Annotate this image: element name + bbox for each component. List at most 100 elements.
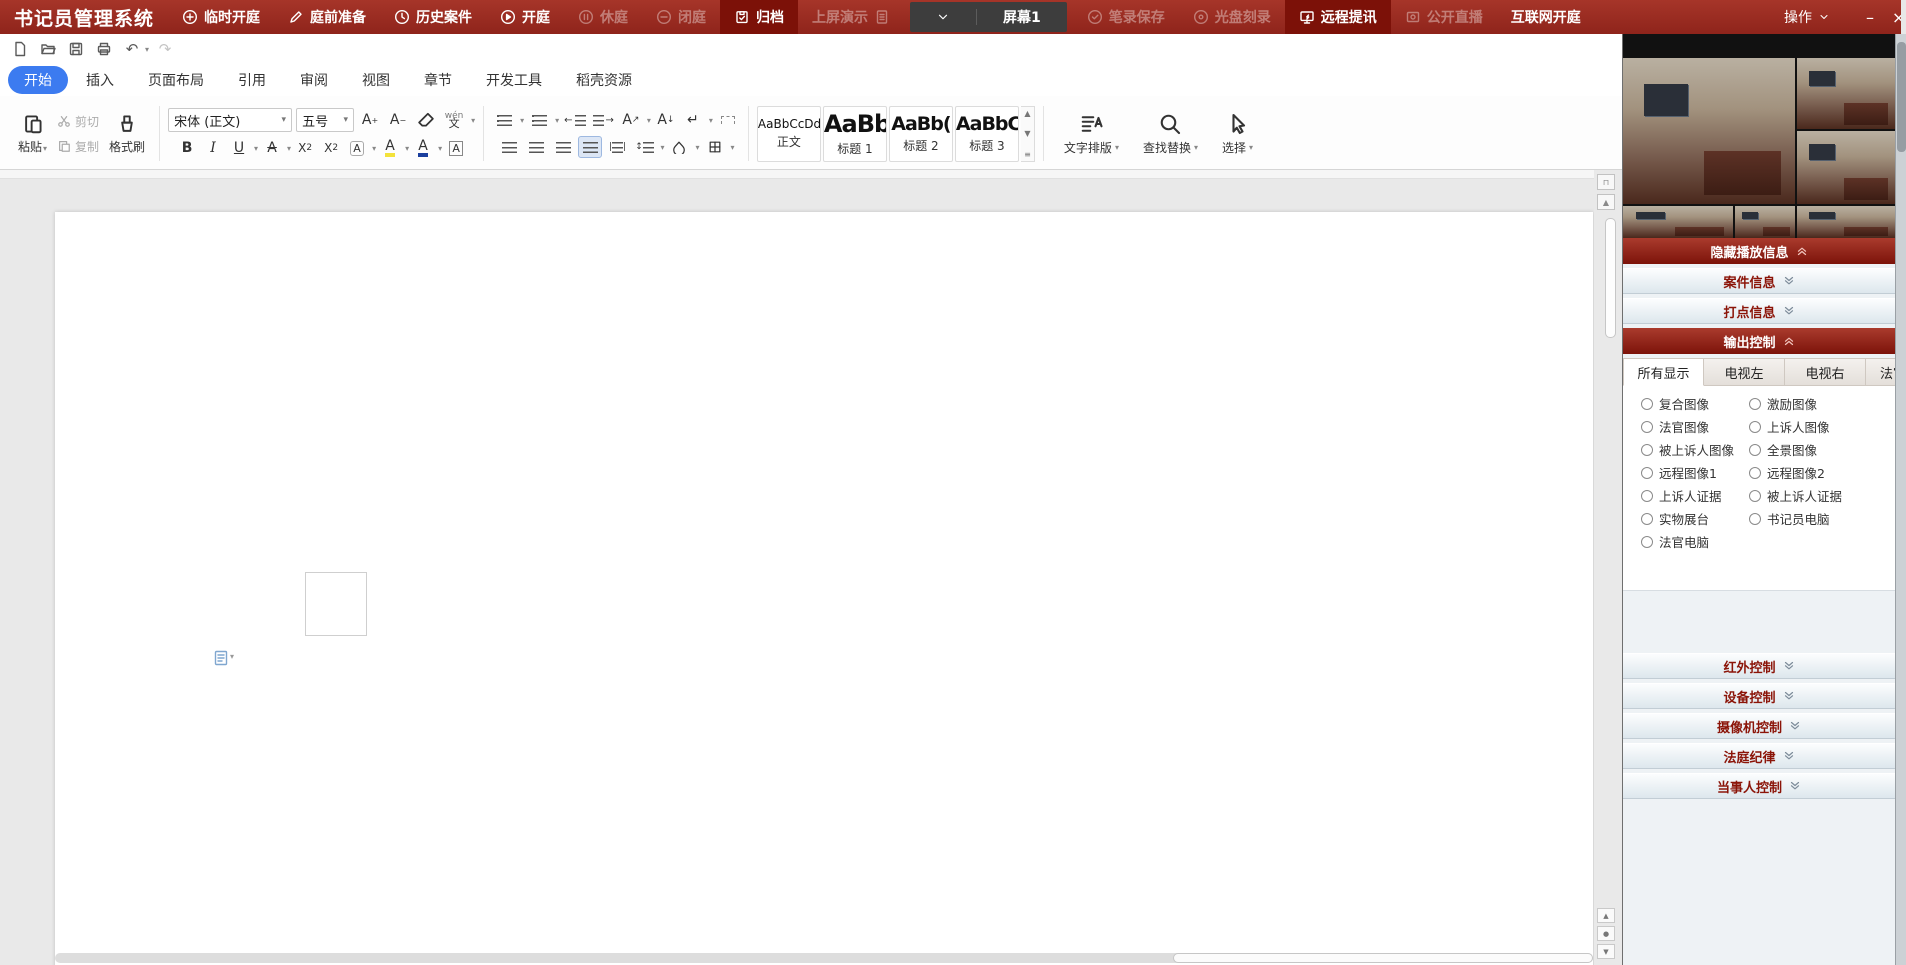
text-effects-button[interactable]: A	[345, 137, 369, 159]
radio-icon[interactable]	[1749, 398, 1761, 410]
radio-icon[interactable]	[1641, 421, 1653, 433]
horizontal-scrollbar-thumb[interactable]	[1173, 953, 1593, 963]
previous-page-icon[interactable]: ▲	[1597, 908, 1615, 923]
scroll-down-icon[interactable]: ▼	[1024, 129, 1030, 138]
chevron-down-icon[interactable]: ▾	[520, 116, 524, 125]
line-spacing-icon[interactable]: ↕	[632, 136, 656, 158]
option-judge-image[interactable]: 法官图像	[1641, 417, 1749, 436]
chevron-down-icon[interactable]: ▾	[660, 143, 664, 152]
tab-page-layout[interactable]: 页面布局	[132, 66, 220, 94]
radio-icon[interactable]	[1749, 467, 1761, 479]
radio-icon[interactable]	[1749, 490, 1761, 502]
tab-view[interactable]: 视图	[346, 66, 406, 94]
character-border-button[interactable]: A	[444, 137, 468, 159]
section-output-control[interactable]: 输出控制	[1623, 328, 1896, 354]
video-feed-bottom-1[interactable]	[1623, 206, 1733, 238]
option-clerk-computer[interactable]: 书记员电脑	[1749, 509, 1896, 528]
tab-insert[interactable]: 插入	[70, 66, 130, 94]
chevron-down-icon[interactable]: ▾	[647, 116, 651, 125]
section-camera-control[interactable]: 摄像机控制	[1623, 713, 1896, 739]
radio-icon[interactable]	[1641, 467, 1653, 479]
increase-font-button[interactable]: A+	[358, 109, 382, 131]
video-feed-main[interactable]	[1623, 58, 1795, 204]
format-painter-button[interactable]: 格式刷	[103, 111, 151, 157]
new-document-icon[interactable]	[8, 37, 32, 61]
bold-button[interactable]: B	[175, 137, 199, 159]
section-party-control[interactable]: 当事人控制	[1623, 773, 1896, 799]
chevron-down-icon[interactable]: ▾	[709, 116, 713, 125]
radio-icon[interactable]	[1641, 536, 1653, 548]
italic-button[interactable]: I	[201, 137, 225, 159]
option-composite-image[interactable]: 复合图像	[1641, 394, 1749, 413]
option-appellant-image[interactable]: 上诉人图像	[1749, 417, 1896, 436]
style-heading2[interactable]: AaBb( 标题 2	[889, 106, 953, 162]
topbar-item-temp-session[interactable]: 临时开庭	[168, 0, 274, 34]
open-folder-icon[interactable]	[36, 37, 60, 61]
chevron-down-icon[interactable]: ▾	[438, 144, 442, 153]
scroll-up-icon[interactable]: ▲	[1597, 194, 1615, 210]
chevron-down-icon[interactable]: ▾	[287, 144, 291, 153]
tab-docer-resources[interactable]: 稻壳资源	[560, 66, 648, 94]
tab-section[interactable]: 章节	[408, 66, 468, 94]
option-panorama-image[interactable]: 全景图像	[1749, 440, 1896, 459]
option-judge-computer[interactable]: 法官电脑	[1641, 532, 1749, 551]
radio-icon[interactable]	[1749, 421, 1761, 433]
topbar-item-internet-court[interactable]: 互联网开庭	[1497, 0, 1595, 34]
tab-home[interactable]: 开始	[8, 66, 68, 94]
video-feed-bottom-3[interactable]	[1797, 206, 1896, 238]
tab-references[interactable]: 引用	[222, 66, 282, 94]
superscript-button[interactable]: X2	[293, 137, 317, 159]
chevron-down-icon[interactable]: ▾	[555, 116, 559, 125]
style-normal[interactable]: AaBbCcDd 正文	[757, 106, 821, 162]
sort-icon[interactable]: A↓	[654, 109, 678, 131]
justify-icon[interactable]	[578, 136, 602, 158]
distribute-icon[interactable]: ||	[605, 136, 629, 158]
operation-menu[interactable]: 操作	[1766, 0, 1848, 34]
minimize-button[interactable]: –	[1848, 0, 1892, 34]
radio-icon[interactable]	[1641, 490, 1653, 502]
style-heading1[interactable]: AaBb 标题 1	[823, 106, 887, 162]
output-tab-judge[interactable]: 法官	[1866, 358, 1896, 386]
vertical-scrollbar-thumb[interactable]	[1605, 218, 1616, 338]
output-tab-all-displays[interactable]: 所有显示	[1623, 358, 1704, 386]
align-center-icon[interactable]	[524, 136, 548, 158]
scroll-up-icon[interactable]: ▲	[1024, 109, 1030, 118]
section-hide-play-info[interactable]: 隐藏播放信息	[1623, 238, 1896, 264]
video-monitor-wall[interactable]	[1623, 34, 1896, 238]
screen-label[interactable]: 屏幕1	[977, 7, 1067, 27]
shading-icon[interactable]	[667, 136, 691, 158]
topbar-item-pretrial-prep[interactable]: 庭前准备	[274, 0, 380, 34]
paste-options-chip[interactable]: ▾	[214, 650, 234, 666]
font-size-select[interactable]: 五号▾	[296, 108, 354, 132]
option-remote-image-1[interactable]: 远程图像1	[1641, 463, 1749, 482]
find-replace-button[interactable]: 查找替换▾	[1131, 112, 1210, 156]
option-remote-image-2[interactable]: 远程图像2	[1749, 463, 1896, 482]
print-icon[interactable]	[92, 37, 116, 61]
styles-gallery-scroll[interactable]: ▲ ▼ ≡	[1021, 106, 1035, 162]
chevron-down-icon[interactable]: ▾	[471, 116, 475, 125]
option-appellant-evidence[interactable]: 上诉人证据	[1641, 486, 1749, 505]
topbar-item-history-cases[interactable]: 历史案件	[380, 0, 486, 34]
output-tab-tv-right[interactable]: 电视右	[1785, 358, 1866, 386]
clear-format-button[interactable]	[414, 109, 438, 131]
undo-button[interactable]: ↶ ▾	[120, 37, 149, 61]
topbar-item-open-court[interactable]: 开庭	[486, 0, 564, 34]
chevron-down-icon[interactable]: ▾	[731, 143, 735, 152]
text-direction-icon[interactable]: A↗	[619, 109, 643, 131]
pinyin-guide-button[interactable]: wén文	[442, 109, 466, 131]
browse-object-icon[interactable]: ●	[1597, 926, 1615, 941]
ruler-toggle-icon[interactable]: ⊓	[1597, 174, 1615, 190]
section-case-info[interactable]: 案件信息	[1623, 268, 1896, 294]
borders-icon[interactable]	[703, 136, 727, 158]
radio-icon[interactable]	[1749, 513, 1761, 525]
section-device-control[interactable]: 设备控制	[1623, 683, 1896, 709]
align-right-icon[interactable]	[551, 136, 575, 158]
decrease-indent-icon[interactable]: ←	[562, 109, 587, 131]
decrease-font-button[interactable]: A−	[386, 109, 410, 131]
topbar-item-archive[interactable]: 归档	[720, 0, 798, 34]
gallery-more-icon[interactable]: ≡	[1024, 150, 1031, 159]
underline-button[interactable]: U	[227, 137, 251, 159]
section-court-discipline[interactable]: 法庭纪律	[1623, 743, 1896, 769]
topbar-item-remote-arraignment[interactable]: 远程提讯	[1285, 0, 1391, 34]
radio-icon[interactable]	[1641, 513, 1653, 525]
